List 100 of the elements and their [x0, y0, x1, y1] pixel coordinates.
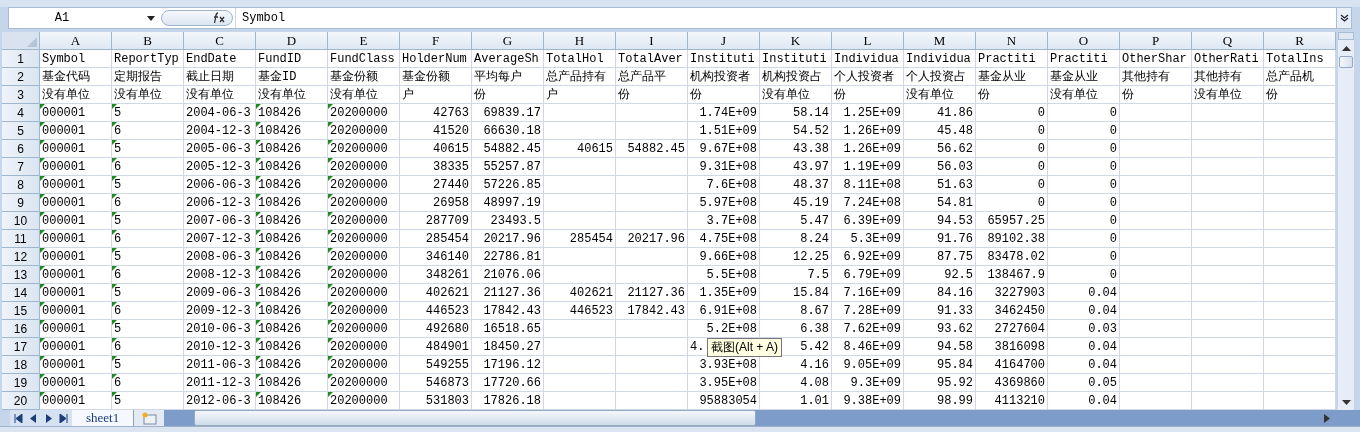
row-header[interactable]: 4: [2, 104, 40, 122]
caret-icon[interactable]: [147, 15, 156, 21]
table-cell: 0.04: [1088, 303, 1117, 318]
table-cell: 20200000: [330, 177, 388, 192]
row-header[interactable]: 18: [2, 356, 40, 374]
table-cell-text: 没有单位: [1194, 87, 1242, 103]
table-cell: FundClass: [330, 51, 395, 66]
table-cell: Symbol: [42, 51, 86, 66]
sheet-navigation[interactable]: [10, 410, 72, 426]
table-cell: 6: [114, 159, 122, 174]
table-cell: 0: [1109, 159, 1117, 174]
column-header[interactable]: D: [256, 32, 328, 50]
column-header[interactable]: K: [760, 32, 832, 50]
table-cell: 0: [1109, 141, 1117, 156]
scrollbar-thumb[interactable]: [1339, 56, 1353, 68]
column-header[interactable]: E: [328, 32, 400, 50]
column-header[interactable]: A: [40, 32, 112, 50]
table-cell: 20200000: [330, 357, 388, 372]
table-cell: 5: [114, 321, 122, 336]
row-header[interactable]: 13: [2, 266, 40, 284]
table-cell: 285454: [569, 231, 613, 246]
function-button[interactable]: [161, 10, 233, 26]
split-handle[interactable]: [1338, 32, 1354, 40]
table-cell: 108426: [258, 105, 302, 120]
table-cell: OtherShar: [1122, 51, 1187, 66]
table-cell: 55257.87: [483, 159, 541, 174]
table-cell: 0: [1109, 249, 1117, 264]
column-header[interactable]: J: [688, 32, 760, 50]
row-header[interactable]: 15: [2, 302, 40, 320]
table-cell: 108426: [258, 303, 302, 318]
table-cell: 5: [114, 177, 122, 192]
table-cell: 20200000: [330, 303, 388, 318]
table-cell: 6: [114, 303, 122, 318]
column-header[interactable]: N: [976, 32, 1048, 50]
table-cell: 20200000: [330, 105, 388, 120]
table-cell: 2011-12-3: [186, 375, 251, 390]
column-header[interactable]: I: [616, 32, 688, 50]
row-header[interactable]: 16: [2, 320, 40, 338]
column-header[interactable]: C: [184, 32, 256, 50]
table-cell-text: 没有单位: [114, 87, 162, 103]
table-cell: 108426: [258, 267, 302, 282]
row-header[interactable]: 2: [2, 68, 40, 86]
row-header[interactable]: 17: [2, 338, 40, 356]
table-cell-text: 基金从业: [978, 69, 1026, 85]
table-cell: 285454: [425, 231, 469, 246]
column-header[interactable]: R: [1264, 32, 1336, 50]
table-cell: 9.66E+08: [699, 249, 757, 264]
table-cell: 000001: [42, 249, 86, 264]
column-header[interactable]: L: [832, 32, 904, 50]
column-header[interactable]: H: [544, 32, 616, 50]
table-cell: 6.91E+08: [699, 303, 757, 318]
column-header[interactable]: M: [904, 32, 976, 50]
table-cell-text: 其他持有: [1122, 69, 1170, 85]
next-sheet-icon[interactable]: [44, 413, 52, 423]
table-cell-text: 截止日期: [186, 69, 234, 85]
table-cell: 446523: [425, 303, 469, 318]
row-header[interactable]: 1: [2, 50, 40, 68]
function-icon: [212, 12, 226, 24]
column-header[interactable]: G: [472, 32, 544, 50]
row-header[interactable]: 11: [2, 230, 40, 248]
table-cell: 95883054: [699, 393, 757, 408]
name-box[interactable]: A1: [9, 8, 161, 28]
scroll-right-icon[interactable]: [1324, 413, 1330, 423]
table-cell-text: 户: [402, 87, 414, 103]
column-header[interactable]: P: [1120, 32, 1192, 50]
row-header[interactable]: 7: [2, 158, 40, 176]
column-header[interactable]: F: [400, 32, 472, 50]
scrollbar-thumb[interactable]: [194, 410, 757, 426]
table-cell: 108426: [258, 123, 302, 138]
row-header[interactable]: 8: [2, 176, 40, 194]
column-header[interactable]: B: [112, 32, 184, 50]
column-header[interactable]: O: [1048, 32, 1120, 50]
table-cell: 1.35E+09: [699, 285, 757, 300]
last-sheet-icon[interactable]: [59, 413, 69, 423]
table-cell: 000001: [42, 141, 86, 156]
vertical-scrollbar[interactable]: [1338, 32, 1354, 410]
row-header[interactable]: 14: [2, 284, 40, 302]
row-header[interactable]: 12: [2, 248, 40, 266]
table-cell: 2005-06-3: [186, 141, 251, 156]
row-header[interactable]: 5: [2, 122, 40, 140]
sheet-tab[interactable]: sheet1: [72, 410, 135, 426]
table-cell-text: 份: [690, 87, 702, 103]
table-cell-text: 其他持有: [1194, 69, 1242, 85]
row-header[interactable]: 9: [2, 194, 40, 212]
row-header[interactable]: 10: [2, 212, 40, 230]
table-cell: 2009-06-3: [186, 285, 251, 300]
table-cell: AverageSh: [474, 51, 539, 66]
row-header[interactable]: 6: [2, 140, 40, 158]
table-cell: 2010-06-3: [186, 321, 251, 336]
previous-sheet-icon[interactable]: [30, 413, 38, 423]
table-cell: 17196.12: [483, 357, 541, 372]
row-header[interactable]: 20: [2, 392, 40, 410]
row-header[interactable]: 3: [2, 86, 40, 104]
table-cell: 84.16: [937, 285, 973, 300]
table-cell: 108426: [258, 159, 302, 174]
expand-button[interactable]: [1336, 8, 1351, 28]
first-sheet-icon[interactable]: [13, 413, 23, 423]
column-header[interactable]: Q: [1192, 32, 1264, 50]
row-header[interactable]: 19: [2, 374, 40, 392]
table-cell-text: 基金份额: [402, 69, 450, 85]
